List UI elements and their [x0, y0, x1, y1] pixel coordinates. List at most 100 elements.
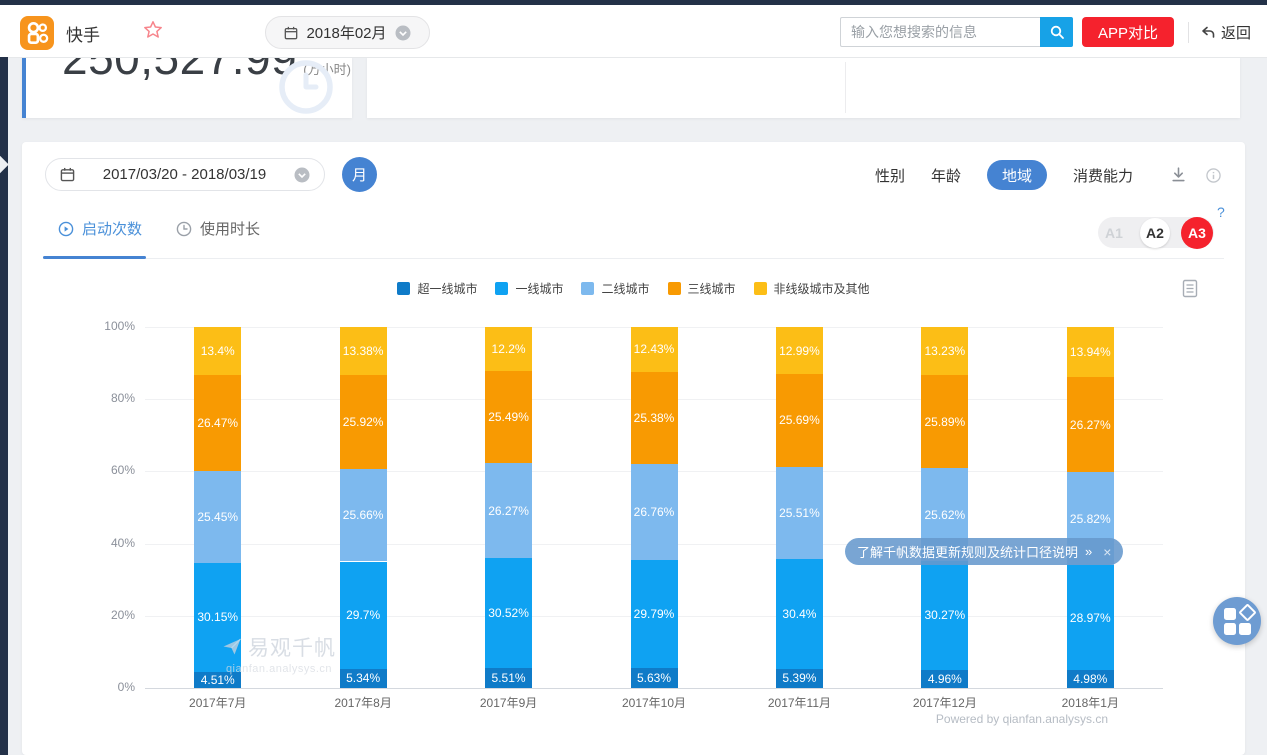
watermark-subtitle: qianfan.analysys.cn [204, 663, 354, 675]
header-divider [1188, 22, 1189, 43]
back-arrow-icon [1200, 24, 1216, 40]
notice-close-icon[interactable]: × [1103, 544, 1111, 560]
bar-segment[interactable]: 12.43% [631, 327, 678, 372]
search-input[interactable] [840, 17, 1051, 47]
bar-value-label: 28.97% [1070, 611, 1111, 625]
bar-value-label: 25.38% [634, 411, 675, 425]
y-axis-tick-label: 100% [62, 319, 135, 333]
bar-segment[interactable]: 12.2% [485, 327, 532, 371]
grid-icon [1239, 623, 1251, 635]
y-axis-tick-label: 80% [62, 391, 135, 405]
bar-value-label: 4.96% [928, 672, 962, 686]
bar-segment[interactable]: 4.96% [921, 670, 968, 688]
bar-segment[interactable]: 13.38% [340, 327, 387, 375]
bar-value-label: 25.82% [1070, 512, 1111, 526]
bar-segment[interactable]: 5.63% [631, 668, 678, 688]
bar-value-label: 26.76% [634, 505, 675, 519]
card-accent-bar [22, 57, 26, 118]
app-compare-button[interactable]: APP对比 [1082, 17, 1174, 47]
bar-value-label: 25.92% [343, 415, 384, 429]
bar-value-label: 25.66% [343, 508, 384, 522]
data-rules-notice: 了解千帆数据更新规则及统计口径说明 » × [845, 538, 1123, 565]
powered-by-text: Powered by qianfan.analysys.cn [936, 712, 1108, 726]
bar-segment[interactable]: 13.4% [194, 327, 241, 375]
sidebar-collapse-handle[interactable] [0, 155, 9, 173]
grid-icon [1224, 608, 1236, 620]
card-divider [845, 62, 846, 113]
x-axis-label: 2017年8月 [293, 694, 433, 711]
bar-segment[interactable]: 25.66% [340, 469, 387, 562]
bar-value-label: 25.51% [779, 506, 820, 520]
bar-value-label: 4.98% [1073, 672, 1107, 686]
bar-segment[interactable]: 5.39% [776, 669, 823, 688]
usage-duration-stat-card: 250,527.99 (万小时) [22, 57, 352, 118]
bar-segment[interactable]: 13.94% [1067, 327, 1114, 377]
x-axis-label: 2017年11月 [729, 694, 869, 711]
bar-value-label: 13.4% [201, 344, 235, 358]
bar-segment[interactable]: 25.89% [921, 375, 968, 468]
x-axis-label: 2017年7月 [148, 694, 288, 711]
bar-segment[interactable]: 5.51% [485, 668, 532, 688]
x-axis-label: 2017年12月 [875, 694, 1015, 711]
bar-value-label: 13.94% [1070, 345, 1111, 359]
bar-segment[interactable]: 25.38% [631, 372, 678, 464]
bar-value-label: 12.2% [492, 342, 526, 356]
bar-segment[interactable]: 28.97% [1067, 565, 1114, 670]
bar-segment[interactable]: 4.98% [1067, 670, 1114, 688]
bar-segment[interactable]: 13.23% [921, 327, 968, 375]
notice-text[interactable]: 了解千帆数据更新规则及统计口径说明 [857, 542, 1078, 561]
header: 快手 2018年02月 APP对比 [0, 5, 1267, 58]
report-month-selector[interactable]: 2018年02月 [265, 16, 430, 49]
bar-value-label: 5.51% [492, 671, 526, 685]
bar-segment[interactable]: 25.69% [776, 374, 823, 467]
back-button-label: 返回 [1221, 22, 1251, 43]
bar-value-label: 30.52% [488, 606, 529, 620]
bar-value-label: 30.27% [924, 608, 965, 622]
bar-segment[interactable]: 12.99% [776, 327, 823, 374]
bar-value-label: 29.79% [634, 607, 675, 621]
favorite-star-icon[interactable] [143, 20, 163, 45]
bar-value-label: 26.27% [1070, 418, 1111, 432]
bar-segment[interactable]: 30.4% [776, 559, 823, 669]
bar-segment[interactable]: 29.79% [631, 560, 678, 668]
search-button[interactable] [1040, 17, 1073, 47]
x-axis-line [145, 688, 1163, 689]
bar-segment[interactable]: 26.27% [1067, 377, 1114, 472]
x-axis-label: 2017年10月 [584, 694, 724, 711]
audience-analysis-panel: 2017/03/20 - 2018/03/19 月 性别 年龄 地域 消费能力 [22, 142, 1245, 755]
bar-value-label: 13.23% [924, 344, 965, 358]
bar-value-label: 29.7% [346, 608, 380, 622]
chevron-down-icon [395, 25, 411, 41]
bar-segment[interactable]: 30.52% [485, 558, 532, 668]
paper-plane-icon [222, 637, 242, 657]
bar-value-label: 30.4% [782, 607, 816, 621]
clock-icon [278, 59, 334, 118]
notice-more-link[interactable]: » [1085, 544, 1092, 559]
y-axis-tick-label: 20% [62, 608, 135, 622]
calendar-icon [284, 26, 298, 40]
kuaishou-logo [20, 16, 54, 50]
bar-value-label: 26.27% [488, 504, 529, 518]
y-axis-tick-label: 0% [62, 680, 135, 694]
camera-icon [22, 18, 52, 48]
bar-value-label: 5.63% [637, 671, 671, 685]
bar-segment[interactable]: 25.92% [340, 375, 387, 469]
bar-segment[interactable]: 25.45% [194, 471, 241, 563]
bar-value-label: 12.43% [634, 342, 675, 356]
bar-segment[interactable]: 25.49% [485, 371, 532, 463]
bar-segment[interactable]: 26.76% [631, 464, 678, 561]
search-icon [1049, 24, 1065, 40]
floating-widget-button[interactable] [1213, 597, 1261, 645]
back-button[interactable]: 返回 [1200, 20, 1251, 44]
watermark-title: 易观千帆 [248, 632, 336, 662]
app-title: 快手 [66, 21, 100, 46]
bar-segment[interactable]: 26.47% [194, 375, 241, 471]
x-axis-label: 2018年1月 [1020, 694, 1160, 711]
bar-segment[interactable]: 25.51% [776, 467, 823, 559]
bar-segment[interactable]: 26.27% [485, 463, 532, 558]
diamond-icon [1238, 603, 1256, 621]
bar-value-label: 25.69% [779, 413, 820, 427]
report-month-value: 2018年02月 [306, 22, 386, 43]
bar-value-label: 25.49% [488, 410, 529, 424]
bar-segment[interactable]: 30.27% [921, 561, 968, 670]
